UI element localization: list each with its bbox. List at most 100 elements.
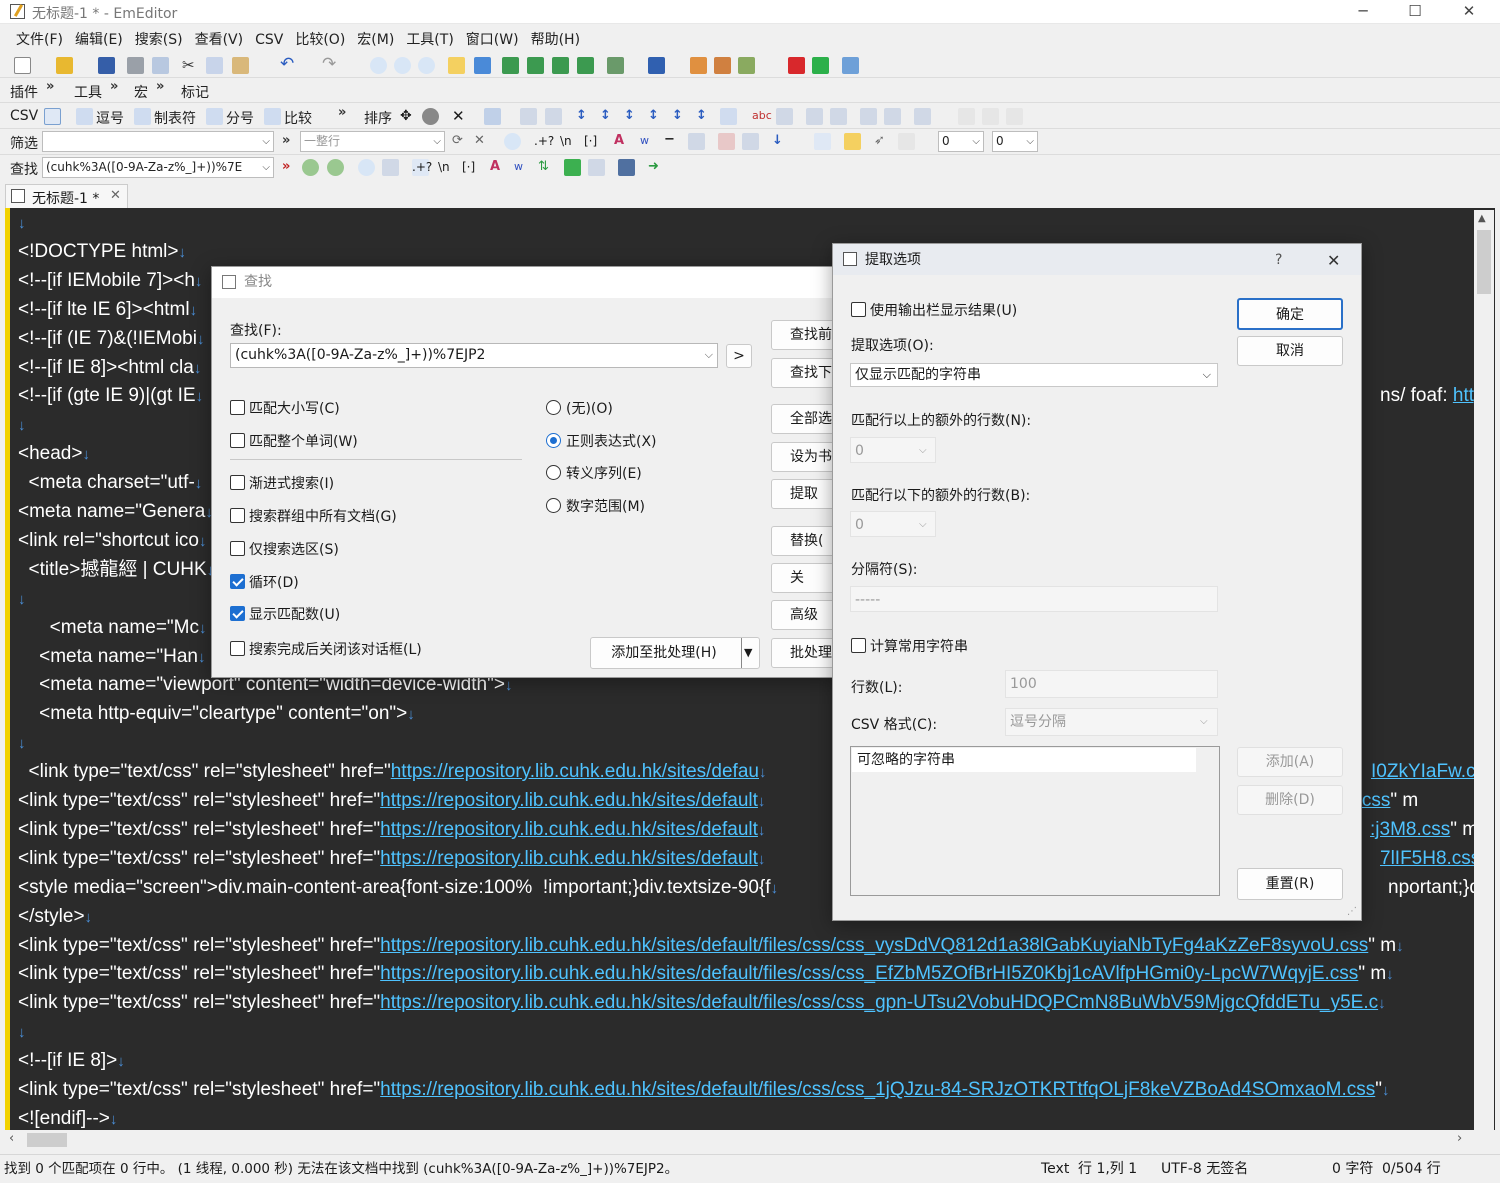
copy-icon[interactable]	[206, 57, 223, 74]
chevron-right-icon[interactable]: »	[156, 79, 164, 94]
lock-icon[interactable]	[844, 133, 861, 150]
cancel-button[interactable]: 取消	[1237, 336, 1343, 366]
find-action-button[interactable]: 查找前	[771, 320, 835, 350]
find-icon[interactable]	[370, 57, 387, 74]
arrow-right-icon[interactable]: ➜	[648, 159, 665, 176]
find-in-files-icon[interactable]	[448, 57, 465, 74]
menu-item[interactable]: 搜索(S)	[129, 28, 189, 52]
document-tab[interactable]: 无标题-1 * ✕	[5, 184, 128, 208]
swap-icon[interactable]: ⇅	[538, 159, 555, 176]
menu-item[interactable]: 帮助(H)	[525, 28, 586, 52]
sort-length-desc-icon[interactable]: ↕	[696, 108, 713, 125]
maximize-button[interactable]: ☐	[1392, 0, 1438, 24]
clear-filter-icon[interactable]	[688, 133, 705, 150]
close-dialog-button[interactable]: ✕	[1327, 245, 1340, 276]
menu-item[interactable]: 工具(T)	[400, 28, 459, 52]
no-wrap-icon[interactable]	[577, 57, 594, 74]
ruler-icon[interactable]	[914, 108, 931, 125]
chevron-right-icon[interactable]: »	[338, 105, 346, 120]
status-position[interactable]: 行 1,列 1	[1078, 1155, 1137, 1183]
customize-icon[interactable]	[714, 57, 731, 74]
remove-duplicates-icon[interactable]: abc	[752, 108, 772, 125]
range-icon[interactable]: [·]	[584, 133, 601, 150]
filter-icon[interactable]	[474, 57, 491, 74]
font-icon[interactable]	[648, 57, 665, 74]
close-window-button[interactable]: ✕	[1446, 0, 1492, 24]
collapse-icon[interactable]	[982, 108, 999, 125]
csv-format-select[interactable]: 逗号分隔 ⌵	[1005, 708, 1218, 736]
wrap-window-icon[interactable]	[527, 57, 544, 74]
regex-icon[interactable]: .+?	[412, 159, 432, 176]
find-action-button[interactable]: 批处理	[771, 638, 835, 668]
menu-item[interactable]: 窗口(W)	[460, 28, 525, 52]
filter-options-icon[interactable]	[742, 133, 759, 150]
find-option-checkbox[interactable]	[230, 400, 245, 415]
semicolon-label[interactable]: 分号	[226, 108, 254, 128]
close-tab-icon[interactable]: ✕	[110, 188, 121, 203]
count-common-checkbox[interactable]	[851, 638, 866, 653]
highlight-icon[interactable]	[564, 159, 581, 176]
window-icon[interactable]	[618, 159, 635, 176]
menu-item[interactable]: 宏(M)	[351, 28, 400, 52]
refresh-icon[interactable]	[422, 108, 439, 125]
before-lines-select[interactable]: 0 ⌵	[938, 131, 984, 152]
menu-item[interactable]: 比较(O)	[289, 28, 351, 52]
list-icon[interactable]	[860, 108, 877, 125]
separator-input[interactable]: -----	[850, 586, 1218, 612]
lines-above-select[interactable]: 0 ⌵	[850, 437, 936, 463]
find-previous-icon[interactable]	[418, 57, 435, 74]
outline-icon[interactable]	[1006, 108, 1023, 125]
bookmark-filter-icon[interactable]	[718, 133, 735, 150]
escape-icon[interactable]: \n	[438, 159, 455, 176]
run-macro-icon[interactable]	[812, 57, 829, 74]
plugins-label[interactable]: 插件	[10, 82, 38, 102]
ignore-strings-list[interactable]: 可忽略的字符串	[850, 746, 1220, 896]
filter-extra-icon[interactable]	[898, 133, 915, 150]
find-option-checkbox[interactable]	[230, 475, 245, 490]
stop-macro-icon[interactable]	[788, 57, 805, 74]
clear-icon[interactable]: ✕	[474, 133, 491, 150]
arrow-down-icon[interactable]: ↓	[772, 133, 789, 150]
escape-icon[interactable]: \n	[560, 133, 577, 150]
compare-icon[interactable]	[264, 108, 281, 125]
tools-label[interactable]: 工具	[74, 82, 102, 102]
find-icon[interactable]	[358, 159, 375, 176]
table-icon[interactable]	[520, 108, 537, 125]
status-encoding[interactable]: UTF-8 无签名	[1161, 1155, 1248, 1183]
semicolon-icon[interactable]	[206, 108, 223, 125]
redo-icon[interactable]: ↷	[322, 56, 339, 74]
advanced-filter-icon[interactable]	[504, 133, 521, 150]
ignore-strings-header[interactable]: 可忽略的字符串	[852, 748, 1196, 772]
find-next-icon[interactable]	[302, 159, 319, 176]
chevron-right-icon[interactable]: »	[46, 79, 54, 94]
new-file-icon[interactable]	[14, 57, 31, 74]
list-icon[interactable]	[588, 159, 605, 176]
filter-input[interactable]: ⌵	[42, 131, 274, 152]
refresh-icon[interactable]: ⟳	[452, 133, 469, 150]
marker-label[interactable]: 标记	[181, 82, 209, 102]
find-option-checkbox[interactable]	[230, 606, 245, 621]
undo-icon[interactable]: ↶	[280, 56, 297, 74]
tab-separated-label[interactable]: 制表符	[154, 108, 196, 128]
table-icon[interactable]	[545, 108, 562, 125]
scroll-right-icon[interactable]: ›	[1457, 1131, 1462, 1146]
add-string-button[interactable]: 添加(A)	[1237, 747, 1343, 777]
compare-label[interactable]: 比较	[284, 108, 312, 128]
menu-item[interactable]: 查看(V)	[189, 28, 250, 52]
scroll-up-icon[interactable]: ▲	[1478, 213, 1486, 224]
search-mode-radio[interactable]	[546, 433, 561, 448]
macro-label[interactable]: 宏	[134, 82, 148, 102]
word-wrap-icon[interactable]	[502, 57, 519, 74]
find-action-button[interactable]: 关	[771, 563, 835, 593]
number-list-icon[interactable]	[884, 108, 901, 125]
resize-grip-icon[interactable]: ⋰	[1347, 906, 1357, 917]
tools-icon[interactable]: ✕	[452, 108, 469, 125]
configuration-icon[interactable]	[607, 57, 624, 74]
tab-separated-icon[interactable]	[134, 108, 151, 125]
split-csv-icon[interactable]	[830, 108, 847, 125]
find-action-button[interactable]: 查找下	[771, 358, 835, 388]
find-dialog-titlebar[interactable]: 查找	[212, 267, 840, 298]
lines-below-select[interactable]: 0 ⌵	[850, 511, 936, 537]
menu-item[interactable]: 编辑(E)	[69, 28, 129, 52]
word-filter-icon[interactable]: w	[640, 133, 657, 150]
